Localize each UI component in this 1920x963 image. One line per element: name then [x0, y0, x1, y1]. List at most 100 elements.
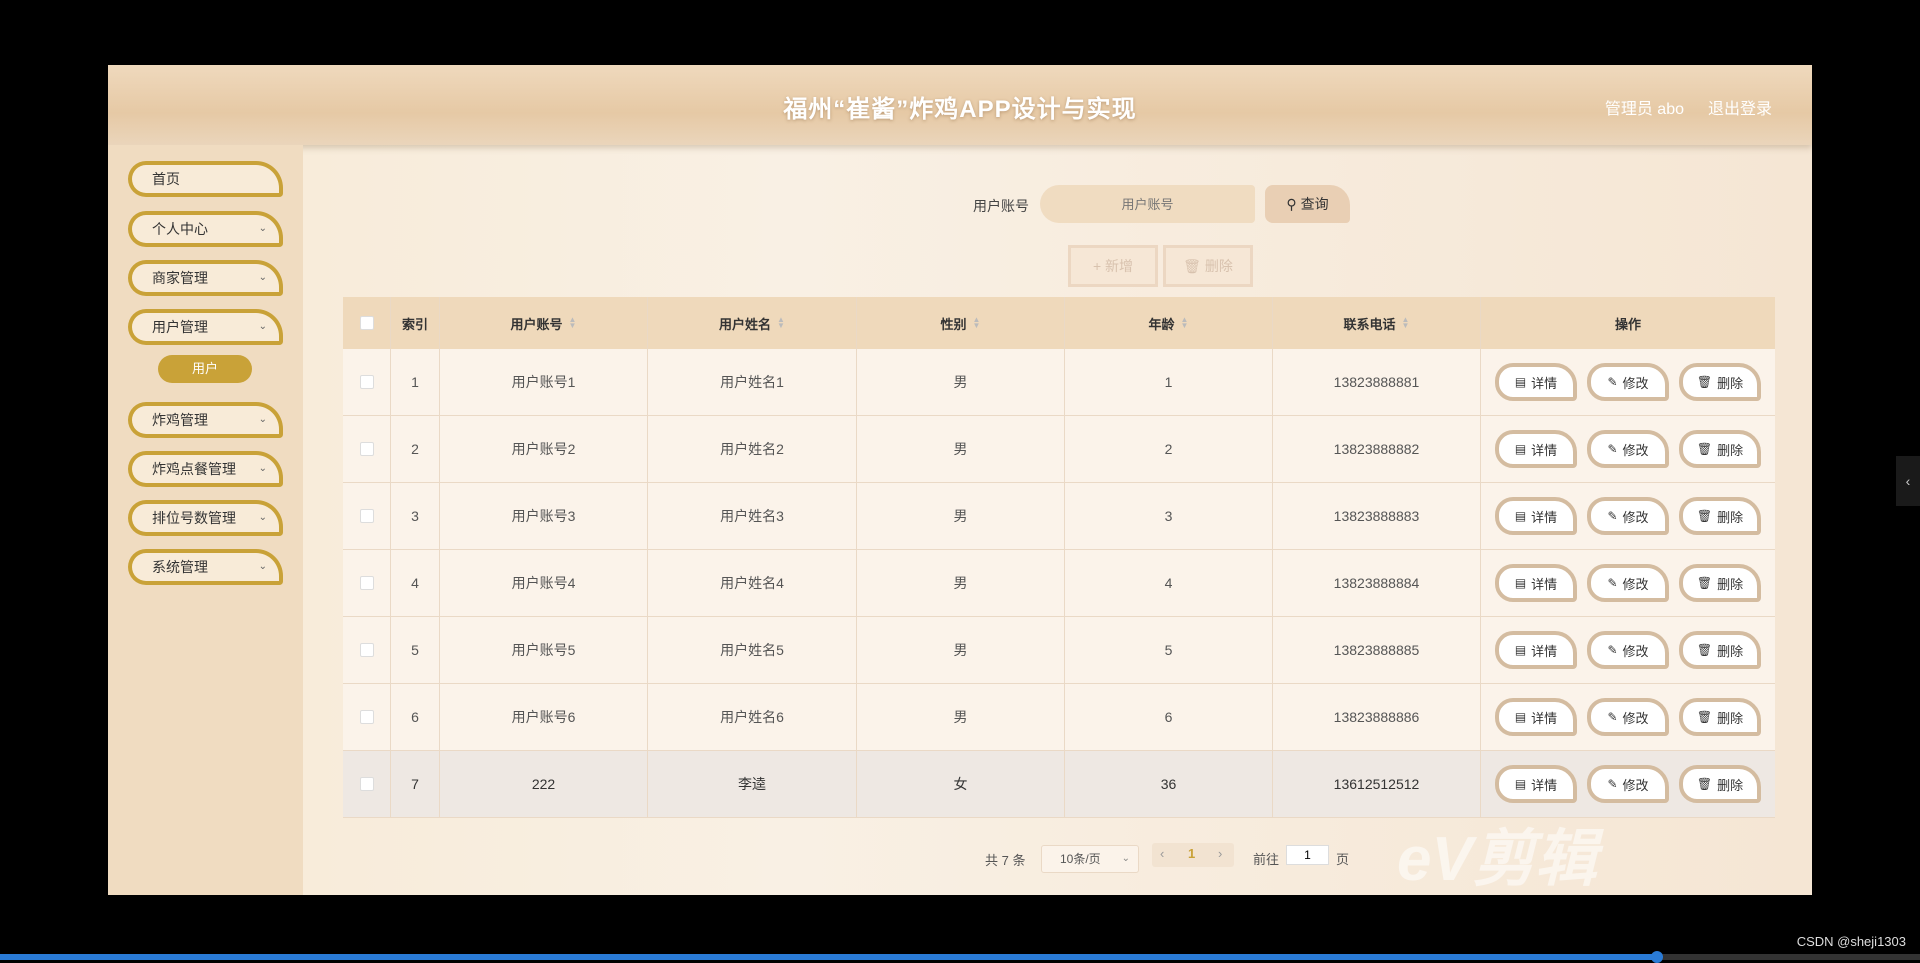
chevron-down-icon: ⌄	[1121, 853, 1130, 864]
chevron-left-icon[interactable]: ‹	[1896, 456, 1920, 506]
edit-button[interactable]: ✎ 修改	[1587, 363, 1669, 401]
detail-button[interactable]: ▤ 详情	[1495, 564, 1577, 602]
row-checkbox[interactable]	[359, 375, 374, 389]
delete-button[interactable]: 🗑 删除	[1679, 631, 1761, 669]
document-icon: ▤	[1514, 777, 1527, 791]
search-input[interactable]	[1040, 185, 1255, 223]
header-age[interactable]: 年龄 ▲ ▼	[1065, 297, 1273, 349]
page-number-current[interactable]: 1	[1188, 846, 1195, 861]
pencil-icon: ✎	[1607, 442, 1618, 456]
header-name-label: 用户姓名	[719, 316, 772, 332]
table-header: 索引 用户账号 ▲ ▼ 用户姓名 ▲ ▼ 性别 ▲ ▼ 年龄 ▲ ▼ 联系电话 ▲ ▼ 操作	[343, 297, 1775, 349]
table-row[interactable]: 2 用户账号2 用户姓名2 男 2 13823888882 ▤ 详情 ✎ 修改 🗑 删除	[343, 416, 1775, 483]
sidebar-item-personal[interactable]: 个人中心 ⌄	[128, 211, 283, 247]
row-index: 4	[391, 550, 440, 616]
row-checkbox[interactable]	[359, 777, 374, 791]
sidebar-subitem-user[interactable]: 用户	[158, 355, 252, 383]
detail-button[interactable]: ▤ 详情	[1495, 430, 1577, 468]
edit-button[interactable]: ✎ 修改	[1587, 765, 1669, 803]
row-gender: 男	[857, 416, 1065, 482]
sidebar-item-chicken[interactable]: 炸鸡管理 ⌄	[128, 402, 283, 438]
add-button[interactable]: + 新增	[1068, 245, 1158, 287]
header-gender-label: 性别	[940, 316, 967, 332]
edit-button[interactable]: ✎ 修改	[1587, 698, 1669, 736]
row-checkbox[interactable]	[359, 643, 374, 657]
row-phone: 13823888883	[1273, 483, 1481, 549]
sidebar-item-label: 个人中心	[152, 221, 208, 237]
detail-button[interactable]: ▤ 详情	[1495, 698, 1577, 736]
row-account: 用户账号2	[440, 416, 648, 482]
table-row[interactable]: 4 用户账号4 用户姓名4 男 4 13823888884 ▤ 详情 ✎ 修改 🗑 删除	[343, 550, 1775, 617]
sort-icon[interactable]: ▲ ▼	[569, 316, 577, 330]
video-progress-knob[interactable]	[1650, 951, 1663, 963]
header-account-label: 用户账号	[510, 316, 563, 332]
row-index: 2	[391, 416, 440, 482]
sort-icon[interactable]: ▲ ▼	[1181, 316, 1189, 330]
sidebar-item-users[interactable]: 用户管理 ⌄	[128, 309, 283, 345]
delete-button[interactable]: 🗑 删除	[1679, 430, 1761, 468]
video-progress-bar[interactable]	[0, 951, 1920, 963]
delete-button[interactable]: 🗑 删除	[1679, 765, 1761, 803]
edit-button[interactable]: ✎ 修改	[1587, 564, 1669, 602]
table-row[interactable]: 3 用户账号3 用户姓名3 男 3 13823888883 ▤ 详情 ✎ 修改 🗑 删除	[343, 483, 1775, 550]
trash-icon: 🗑	[1183, 258, 1201, 274]
table-row[interactable]: 5 用户账号5 用户姓名5 男 5 13823888885 ▤ 详情 ✎ 修改 🗑 删除	[343, 617, 1775, 684]
row-checkbox[interactable]	[359, 509, 374, 523]
sidebar-item-merchants[interactable]: 商家管理 ⌄	[128, 260, 283, 296]
delete-button[interactable]: 🗑 删除	[1679, 564, 1761, 602]
detail-button[interactable]: ▤ 详情	[1495, 631, 1577, 669]
detail-button[interactable]: ▤ 详情	[1495, 765, 1577, 803]
table-row[interactable]: 6 用户账号6 用户姓名6 男 6 13823888886 ▤ 详情 ✎ 修改 🗑 删除	[343, 684, 1775, 751]
search-button[interactable]: ⚲ 查询	[1265, 185, 1350, 223]
pencil-icon: ✎	[1607, 777, 1618, 791]
sidebar-item-home[interactable]: 首页	[128, 161, 283, 197]
delete-button[interactable]: 🗑 删除	[1679, 363, 1761, 401]
sidebar-item-queue[interactable]: 排位号数管理 ⌄	[128, 500, 283, 536]
sort-icon[interactable]: ▲ ▼	[777, 316, 785, 330]
header-phone-label: 联系电话	[1343, 316, 1396, 332]
edit-button[interactable]: ✎ 修改	[1587, 631, 1669, 669]
chevron-down-icon: ⌄	[258, 223, 267, 234]
delete-button[interactable]: 🗑 删除	[1679, 698, 1761, 736]
detail-button-label: 详情	[1531, 643, 1558, 659]
row-gender: 男	[857, 617, 1065, 683]
search-button-label: 查询	[1300, 196, 1329, 212]
sidebar-item-label: 排位号数管理	[152, 510, 236, 526]
select-all-checkbox[interactable]	[359, 316, 374, 330]
logout-link[interactable]: 退出登录	[1708, 95, 1772, 119]
row-name: 李逵	[648, 751, 857, 817]
row-checkbox-cell	[343, 349, 391, 415]
document-icon: ▤	[1514, 710, 1527, 724]
header-gender[interactable]: 性别 ▲ ▼	[857, 297, 1065, 349]
sort-icon[interactable]: ▲ ▼	[973, 316, 981, 330]
prev-page-icon[interactable]: ‹	[1160, 846, 1164, 861]
header-phone[interactable]: 联系电话 ▲ ▼	[1273, 297, 1481, 349]
edit-button[interactable]: ✎ 修改	[1587, 430, 1669, 468]
row-name: 用户姓名6	[648, 684, 857, 750]
row-checkbox[interactable]	[359, 576, 374, 590]
header-account[interactable]: 用户账号 ▲ ▼	[440, 297, 648, 349]
batch-delete-button[interactable]: 🗑 删除	[1163, 245, 1253, 287]
row-checkbox[interactable]	[359, 710, 374, 724]
detail-button[interactable]: ▤ 详情	[1495, 363, 1577, 401]
select-all-checkbox-cell	[343, 297, 391, 349]
trash-icon: 🗑	[1696, 442, 1713, 456]
edit-button[interactable]: ✎ 修改	[1587, 497, 1669, 535]
row-checkbox[interactable]	[359, 442, 374, 456]
delete-button[interactable]: 🗑 删除	[1679, 497, 1761, 535]
sort-icon[interactable]: ▲ ▼	[1402, 316, 1410, 330]
sidebar-item-system[interactable]: 系统管理 ⌄	[128, 549, 283, 585]
delete-button-label: 删除	[1717, 509, 1744, 525]
page-size-select[interactable]: 10条/页 ⌄	[1041, 845, 1139, 873]
delete-button-label: 删除	[1717, 375, 1744, 391]
row-name: 用户姓名5	[648, 617, 857, 683]
search-label: 用户账号	[973, 198, 1029, 214]
sidebar-item-orders[interactable]: 炸鸡点餐管理 ⌄	[128, 451, 283, 487]
goto-page-input[interactable]	[1286, 845, 1329, 865]
table-row[interactable]: 1 用户账号1 用户姓名1 男 1 13823888881 ▤ 详情 ✎ 修改 🗑 删除	[343, 349, 1775, 416]
detail-button[interactable]: ▤ 详情	[1495, 497, 1577, 535]
row-index: 6	[391, 684, 440, 750]
detail-button-label: 详情	[1531, 509, 1558, 525]
next-page-icon[interactable]: ›	[1218, 846, 1222, 861]
header-name[interactable]: 用户姓名 ▲ ▼	[648, 297, 857, 349]
